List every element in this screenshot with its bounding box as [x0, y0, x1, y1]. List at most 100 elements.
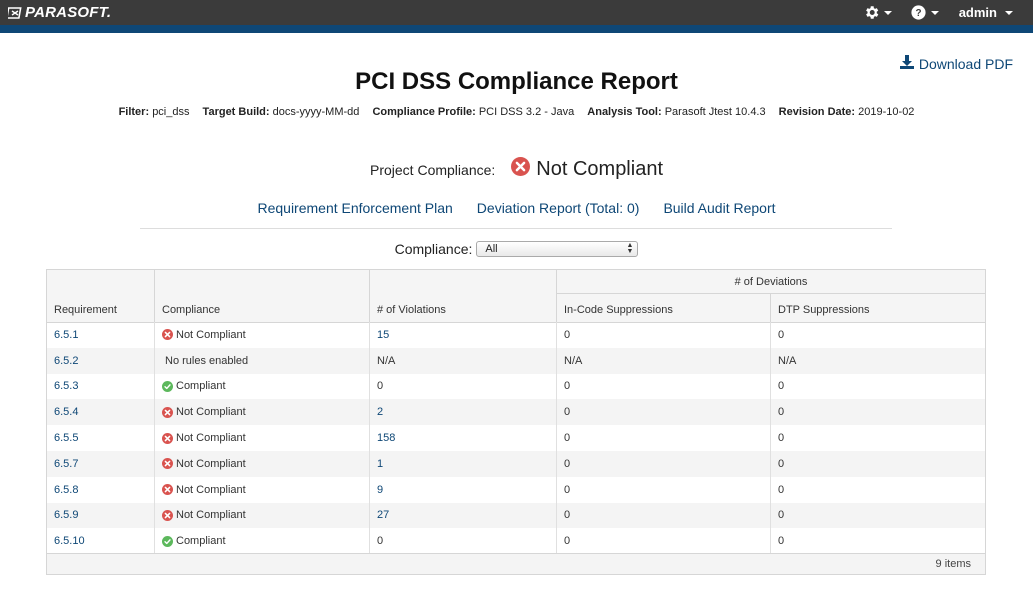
project-compliance-value: Not Compliant: [536, 158, 663, 180]
column-header-violations[interactable]: # of Violations: [370, 270, 557, 322]
compliance-select[interactable]: All ▲ ▼: [476, 241, 639, 257]
item-count: 9 items: [935, 558, 971, 570]
dtp-suppressions: 0: [778, 380, 785, 393]
dtp-suppressions: 0: [778, 457, 785, 470]
chevron-down-icon: [883, 10, 892, 15]
in-code-suppressions: 0: [564, 535, 571, 548]
violations-value: 0: [377, 380, 384, 393]
column-header-dtp[interactable]: DTP Suppressions: [771, 294, 985, 322]
compliance-status: Not Compliant: [162, 329, 246, 341]
table-row: 6.5.1 Not Compliant 15 0 0: [47, 322, 985, 348]
check-circle-icon: [162, 380, 173, 392]
compliance-status-label: Not Compliant: [176, 328, 246, 341]
report-metadata: Filter: pci_dss Target Build: docs-yyyy-…: [0, 106, 1033, 118]
compliance-status-label: Not Compliant: [176, 509, 246, 522]
target-build-value: docs-yyyy-MM-dd: [272, 106, 360, 118]
requirements-table: Requirement Compliance # of Violations #…: [46, 269, 986, 575]
table-row: 6.5.10 Compliant 0 0 0: [47, 528, 985, 555]
deviation-report-link[interactable]: Deviation Report (Total: 0): [477, 200, 640, 216]
compliance-status-label: Not Compliant: [176, 483, 246, 496]
compliance-status-label: Not Compliant: [176, 432, 246, 445]
violations-link[interactable]: 158: [377, 432, 395, 444]
compliance-filter-label: Compliance:: [394, 241, 473, 257]
requirement-link[interactable]: 6.5.2: [54, 355, 78, 367]
in-code-suppressions: N/A: [564, 354, 583, 367]
table-row: 6.5.9 Not Compliant 27 0 0: [47, 502, 985, 529]
build-audit-report-link[interactable]: Build Audit Report: [663, 200, 775, 216]
requirement-link[interactable]: 6.5.5: [54, 432, 78, 444]
x-circle-icon: [162, 458, 173, 470]
compliance-filter: Compliance: All ▲ ▼: [0, 241, 1033, 257]
parasoft-logo[interactable]: PARASOFT.: [8, 4, 111, 21]
compliance-profile-value: PCI DSS 3.2 - Java: [478, 106, 575, 118]
violations-header-label: # of Violations: [377, 304, 446, 316]
violations-link[interactable]: 2: [377, 406, 383, 418]
requirement-link[interactable]: 6.5.7: [54, 458, 78, 470]
svg-text:?: ?: [915, 8, 921, 19]
table-row: 6.5.5 Not Compliant 158 0 0: [47, 425, 985, 451]
compliance-status: Not Compliant: [162, 458, 246, 470]
violations-link[interactable]: 15: [377, 329, 389, 341]
x-circle-icon: [162, 406, 173, 418]
table-row: 6.5.3 Compliant 0 0 0: [47, 373, 985, 400]
compliance-status: Not Compliant: [162, 432, 246, 444]
table-row: 6.5.4 Not Compliant 2 0 0: [47, 399, 985, 426]
violations-value: N/A: [377, 354, 396, 367]
violations-link[interactable]: 1: [377, 458, 383, 470]
chevron-down-icon: [1005, 10, 1013, 15]
compliance-status: Not Compliant: [162, 509, 246, 521]
analysis-tool-label: Analysis Tool:: [587, 106, 662, 118]
compliance-status: No rules enabled: [162, 355, 248, 367]
table-header: Requirement Compliance # of Violations #…: [47, 270, 985, 323]
compliance-header-label: Compliance: [162, 304, 221, 316]
filter-value: pci_dss: [152, 106, 190, 118]
requirement-link[interactable]: 6.5.1: [54, 329, 78, 341]
settings-menu[interactable]: [863, 4, 892, 21]
x-circle-icon: [511, 157, 531, 182]
violations-value: 0: [377, 535, 384, 548]
dtp-suppressions: 0: [778, 406, 785, 419]
analysis-tool-value: Parasoft Jtest 10.4.3: [664, 106, 766, 118]
compliance-status-label: Compliant: [176, 535, 226, 548]
target-build-label: Target Build:: [202, 106, 270, 118]
gear-icon: [863, 4, 880, 21]
compliance-status-label: Not Compliant: [176, 457, 246, 470]
dtp-header-label: DTP Suppressions: [778, 304, 870, 316]
dtp-suppressions: 0: [778, 483, 785, 496]
requirement-link[interactable]: 6.5.4: [54, 406, 78, 418]
divider: [140, 228, 892, 229]
brand-name: PARASOFT.: [25, 4, 112, 21]
dtp-suppressions: N/A: [778, 354, 797, 367]
violations-link[interactable]: 27: [377, 509, 389, 521]
dtp-suppressions: 0: [778, 328, 785, 341]
in-code-suppressions: 0: [564, 483, 571, 496]
in-code-header-label: In-Code Suppressions: [564, 304, 673, 316]
violations-link[interactable]: 9: [377, 484, 383, 496]
compliance-status: Not Compliant: [162, 406, 246, 418]
requirement-link[interactable]: 6.5.8: [54, 484, 78, 496]
compliance-status: Compliant: [162, 535, 226, 547]
compliance-status-label: Compliant: [176, 380, 226, 393]
compliance-select-value: All: [485, 243, 498, 255]
top-navigation-bar: PARASOFT. ? admin: [0, 0, 1033, 25]
requirement-link[interactable]: 6.5.3: [54, 380, 78, 392]
table-row: 6.5.8 Not Compliant 9 0 0: [47, 476, 985, 503]
parasoft-logo-icon: [8, 6, 22, 20]
requirement-enforcement-plan-link[interactable]: Requirement Enforcement Plan: [257, 200, 452, 216]
compliance-status: Compliant: [162, 380, 226, 392]
table-row: 6.5.2 No rules enabled N/A N/A N/A: [47, 347, 985, 374]
compliance-profile-label: Compliance Profile:: [372, 106, 476, 118]
help-icon: ?: [910, 4, 927, 21]
user-menu[interactable]: admin: [959, 5, 1013, 20]
table-row: 6.5.7 Not Compliant 1 0 0: [47, 450, 985, 477]
requirement-link[interactable]: 6.5.10: [54, 535, 85, 547]
column-header-requirement[interactable]: Requirement: [47, 270, 155, 322]
chevron-down-icon: [930, 10, 939, 15]
column-header-in-code[interactable]: In-Code Suppressions: [557, 294, 771, 322]
requirement-link[interactable]: 6.5.9: [54, 509, 78, 521]
column-group-deviations: # of Deviations: [557, 270, 985, 294]
help-menu[interactable]: ?: [910, 4, 939, 21]
column-header-compliance[interactable]: Compliance: [155, 270, 370, 322]
brand-stripe: [0, 25, 1033, 33]
page-title: PCI DSS Compliance Report: [355, 68, 678, 95]
